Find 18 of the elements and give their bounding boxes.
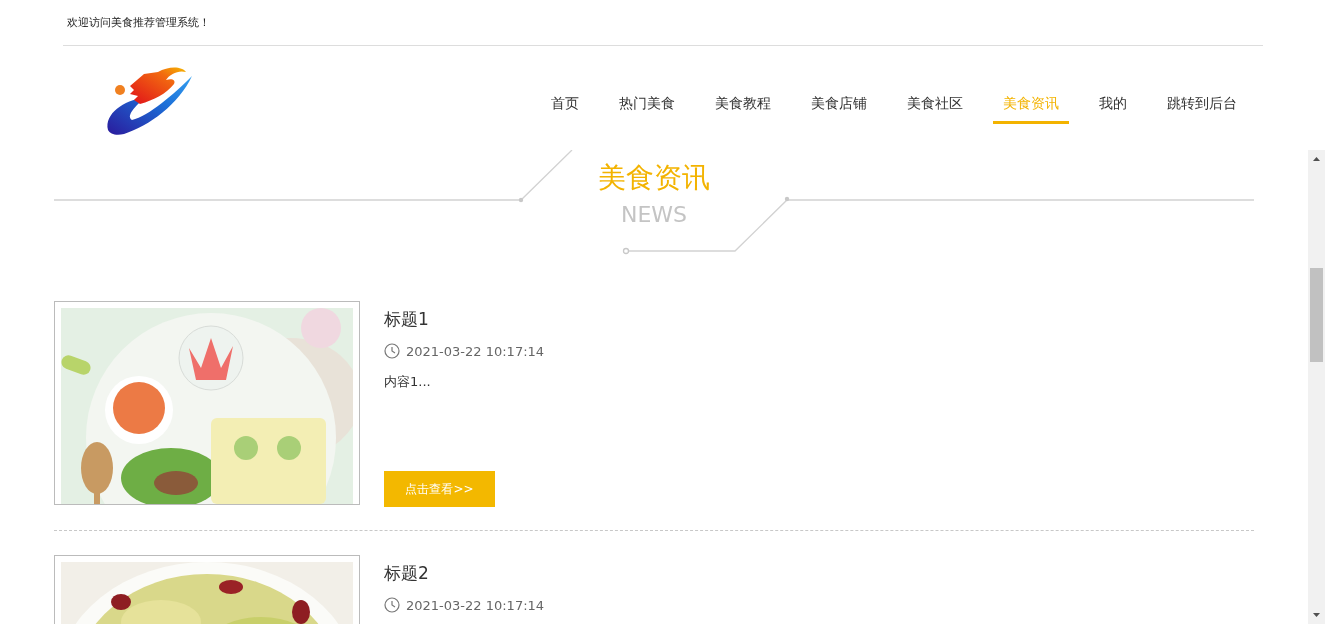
nav-link[interactable]: 热门美食 xyxy=(609,95,685,124)
publish-time: 2021-03-22 10:17:14 xyxy=(406,597,545,613)
nav-link[interactable]: 跳转到后台 xyxy=(1157,95,1247,124)
section-title: 美食资讯 xyxy=(598,160,710,196)
news-summary: 内容1... xyxy=(384,373,431,391)
news-title[interactable]: 标题2 xyxy=(384,562,429,585)
news-title[interactable]: 标题1 xyxy=(384,308,429,331)
scrollbar[interactable] xyxy=(1308,150,1325,624)
clock-icon xyxy=(384,343,400,359)
nav-link[interactable]: 美食教程 xyxy=(705,95,781,124)
clock-icon xyxy=(384,597,400,613)
nav-link[interactable]: 首页 xyxy=(541,95,589,124)
welcome-text: 欢迎访问美食推荐管理系统！ xyxy=(67,15,210,30)
nav-link[interactable]: 美食店铺 xyxy=(801,95,877,124)
publish-time: 2021-03-22 10:17:14 xyxy=(406,343,545,359)
section-subtitle: NEWS xyxy=(620,202,688,228)
nav-link[interactable]: 美食社区 xyxy=(897,95,973,124)
nav-link[interactable]: 我的 xyxy=(1089,95,1137,124)
